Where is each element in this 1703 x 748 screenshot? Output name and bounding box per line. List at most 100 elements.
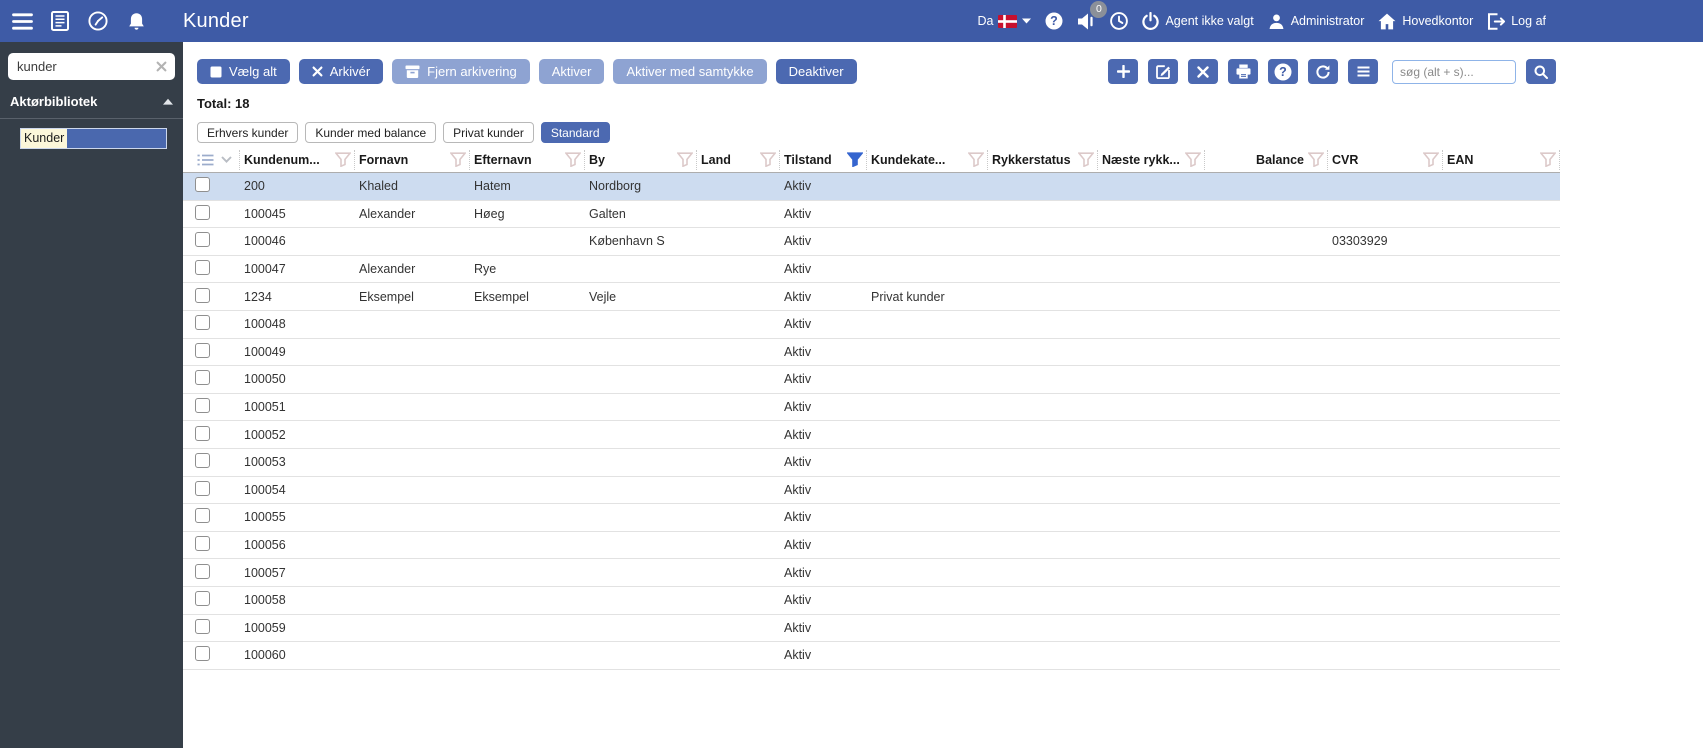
table-row[interactable]: 100057 Aktiv [183, 559, 1560, 587]
column-header-kundenummer[interactable]: Kundenum... [240, 149, 355, 170]
table-row[interactable]: 100058 Aktiv [183, 587, 1560, 615]
filter-funnel-icon[interactable] [565, 152, 581, 167]
filter-funnel-icon[interactable] [1185, 152, 1201, 167]
row-checkbox[interactable] [195, 260, 210, 276]
table-row[interactable]: 100048 Aktiv [183, 311, 1560, 339]
table-row[interactable]: 100046 København S Aktiv 03303929 [183, 228, 1560, 256]
view-filter-kunder-med-balance[interactable]: Kunder med balance [305, 122, 437, 143]
search-button[interactable] [1526, 59, 1556, 84]
row-checkbox[interactable] [195, 204, 210, 220]
filter-funnel-icon[interactable] [847, 152, 863, 167]
column-header-ean[interactable]: EAN [1443, 149, 1560, 170]
row-checkbox[interactable] [195, 287, 210, 303]
bell-icon[interactable] [125, 12, 147, 31]
language-selector[interactable]: Da [977, 14, 1032, 28]
row-checkbox[interactable] [195, 480, 210, 496]
help-button[interactable]: ? [1268, 59, 1298, 84]
menu-button[interactable] [1348, 59, 1378, 84]
agent-selector[interactable]: Agent ikke valgt [1142, 12, 1254, 30]
table-row[interactable]: 200 Khaled Hatem Nordborg Aktiv [183, 173, 1560, 201]
row-checkbox[interactable] [195, 177, 210, 193]
row-checkbox[interactable] [195, 232, 210, 248]
filter-funnel-icon[interactable] [450, 152, 466, 167]
row-checkbox[interactable] [195, 370, 210, 386]
column-header-naeste_rykker[interactable]: Næste rykk... [1098, 149, 1205, 170]
dashboard-icon[interactable] [87, 11, 109, 31]
row-checkbox[interactable] [195, 425, 210, 441]
filter-funnel-icon[interactable] [760, 152, 776, 167]
logout-button[interactable]: Log af [1487, 12, 1546, 30]
column-selector[interactable] [183, 149, 240, 170]
help-icon[interactable]: ? [1045, 12, 1063, 30]
action-button-aktiver[interactable]: Aktiver [538, 59, 605, 84]
delete-button[interactable] [1188, 59, 1218, 84]
menu-icon[interactable] [11, 12, 33, 30]
forms-icon[interactable] [49, 11, 71, 31]
filter-funnel-icon[interactable] [1078, 152, 1094, 167]
action-button-aktiver-med-samtykke[interactable]: Aktiver med samtykke [613, 59, 767, 84]
sidebar-section-aktorbibliotek[interactable]: Aktørbibliotek [10, 94, 173, 109]
sidebar-item-kunder[interactable]: Kunder [20, 128, 167, 149]
filter-funnel-icon[interactable] [1308, 152, 1324, 167]
filter-funnel-icon[interactable] [1540, 152, 1556, 167]
row-checkbox[interactable] [195, 591, 210, 607]
column-header-efternavn[interactable]: Efternavn [470, 149, 585, 170]
print-button[interactable] [1228, 59, 1258, 84]
sidebar-search-input[interactable] [8, 59, 152, 74]
view-filter-privat-kunder[interactable]: Privat kunder [443, 122, 534, 143]
clear-search-icon[interactable] [152, 61, 175, 72]
column-header-kundekategori[interactable]: Kundekate... [867, 149, 988, 170]
refresh-button[interactable] [1308, 59, 1338, 84]
view-filter-standard[interactable]: Standard [540, 122, 610, 143]
cell-kundenummer: 100046 [244, 234, 286, 249]
office-menu[interactable]: Hovedkontor [1378, 13, 1473, 30]
action-button-vælg-alt[interactable]: Vælg alt [197, 59, 290, 84]
action-button-fjern-arkivering[interactable]: Fjern arkivering [392, 59, 530, 84]
table-row[interactable]: 100050 Aktiv [183, 366, 1560, 394]
row-checkbox[interactable] [195, 315, 210, 331]
clock-icon[interactable] [1110, 12, 1129, 30]
grid-search-input[interactable] [1392, 59, 1516, 84]
action-button-deaktiver[interactable]: Deaktiver [775, 59, 857, 84]
table-row[interactable]: 100049 Aktiv [183, 339, 1560, 367]
row-checkbox[interactable] [195, 646, 210, 662]
add-button[interactable] [1108, 59, 1138, 84]
column-header-fornavn[interactable]: Fornavn [355, 149, 470, 170]
column-header-cvr[interactable]: CVR [1328, 149, 1443, 170]
chevron-down-icon[interactable] [221, 156, 232, 163]
table-row[interactable]: 100045 Alexander Høeg Galten Aktiv [183, 201, 1560, 229]
row-checkbox[interactable] [195, 398, 210, 414]
column-header-balance[interactable]: Balance [1205, 149, 1328, 170]
edit-button[interactable] [1148, 59, 1178, 84]
table-row[interactable]: 100059 Aktiv [183, 615, 1560, 643]
table-row[interactable]: 100052 Aktiv [183, 421, 1560, 449]
row-checkbox[interactable] [195, 508, 210, 524]
column-header-rykkerstatus[interactable]: Rykkerstatus [988, 149, 1098, 170]
action-button-arkiv-r[interactable]: Arkivér [298, 59, 384, 84]
table-row[interactable]: 100051 Aktiv [183, 394, 1560, 422]
column-header-tilstand[interactable]: Tilstand [780, 149, 867, 170]
column-header-land[interactable]: Land [697, 149, 780, 170]
table-row[interactable]: 100053 Aktiv [183, 449, 1560, 477]
row-checkbox[interactable] [195, 563, 210, 579]
table-row[interactable]: 100054 Aktiv [183, 477, 1560, 505]
table-row[interactable]: 1234 Eksempel Eksempel Vejle Aktiv Privat kun… [183, 283, 1560, 311]
filter-funnel-icon[interactable] [1423, 152, 1439, 167]
row-checkbox[interactable] [195, 618, 210, 634]
filter-funnel-icon[interactable] [968, 152, 984, 167]
notifications-button[interactable]: 0 [1077, 0, 1108, 30]
view-filter-erhvers-kunder[interactable]: Erhvers kunder [197, 122, 299, 143]
row-select-cell [183, 425, 240, 444]
table-row[interactable]: 100047 Alexander Rye Aktiv [183, 256, 1560, 284]
filter-funnel-icon[interactable] [335, 152, 351, 167]
filter-funnel-icon[interactable] [677, 152, 693, 167]
table-row[interactable]: 100056 Aktiv [183, 532, 1560, 560]
table-row[interactable]: 100055 Aktiv [183, 504, 1560, 532]
user-menu[interactable]: Administrator [1268, 13, 1364, 30]
row-checkbox[interactable] [195, 536, 210, 552]
table-row[interactable]: 100060 Aktiv [183, 642, 1560, 670]
row-checkbox[interactable] [195, 453, 210, 469]
action-button-label: Deaktiver [788, 64, 844, 79]
column-header-by[interactable]: By [585, 149, 697, 170]
row-checkbox[interactable] [195, 342, 210, 358]
